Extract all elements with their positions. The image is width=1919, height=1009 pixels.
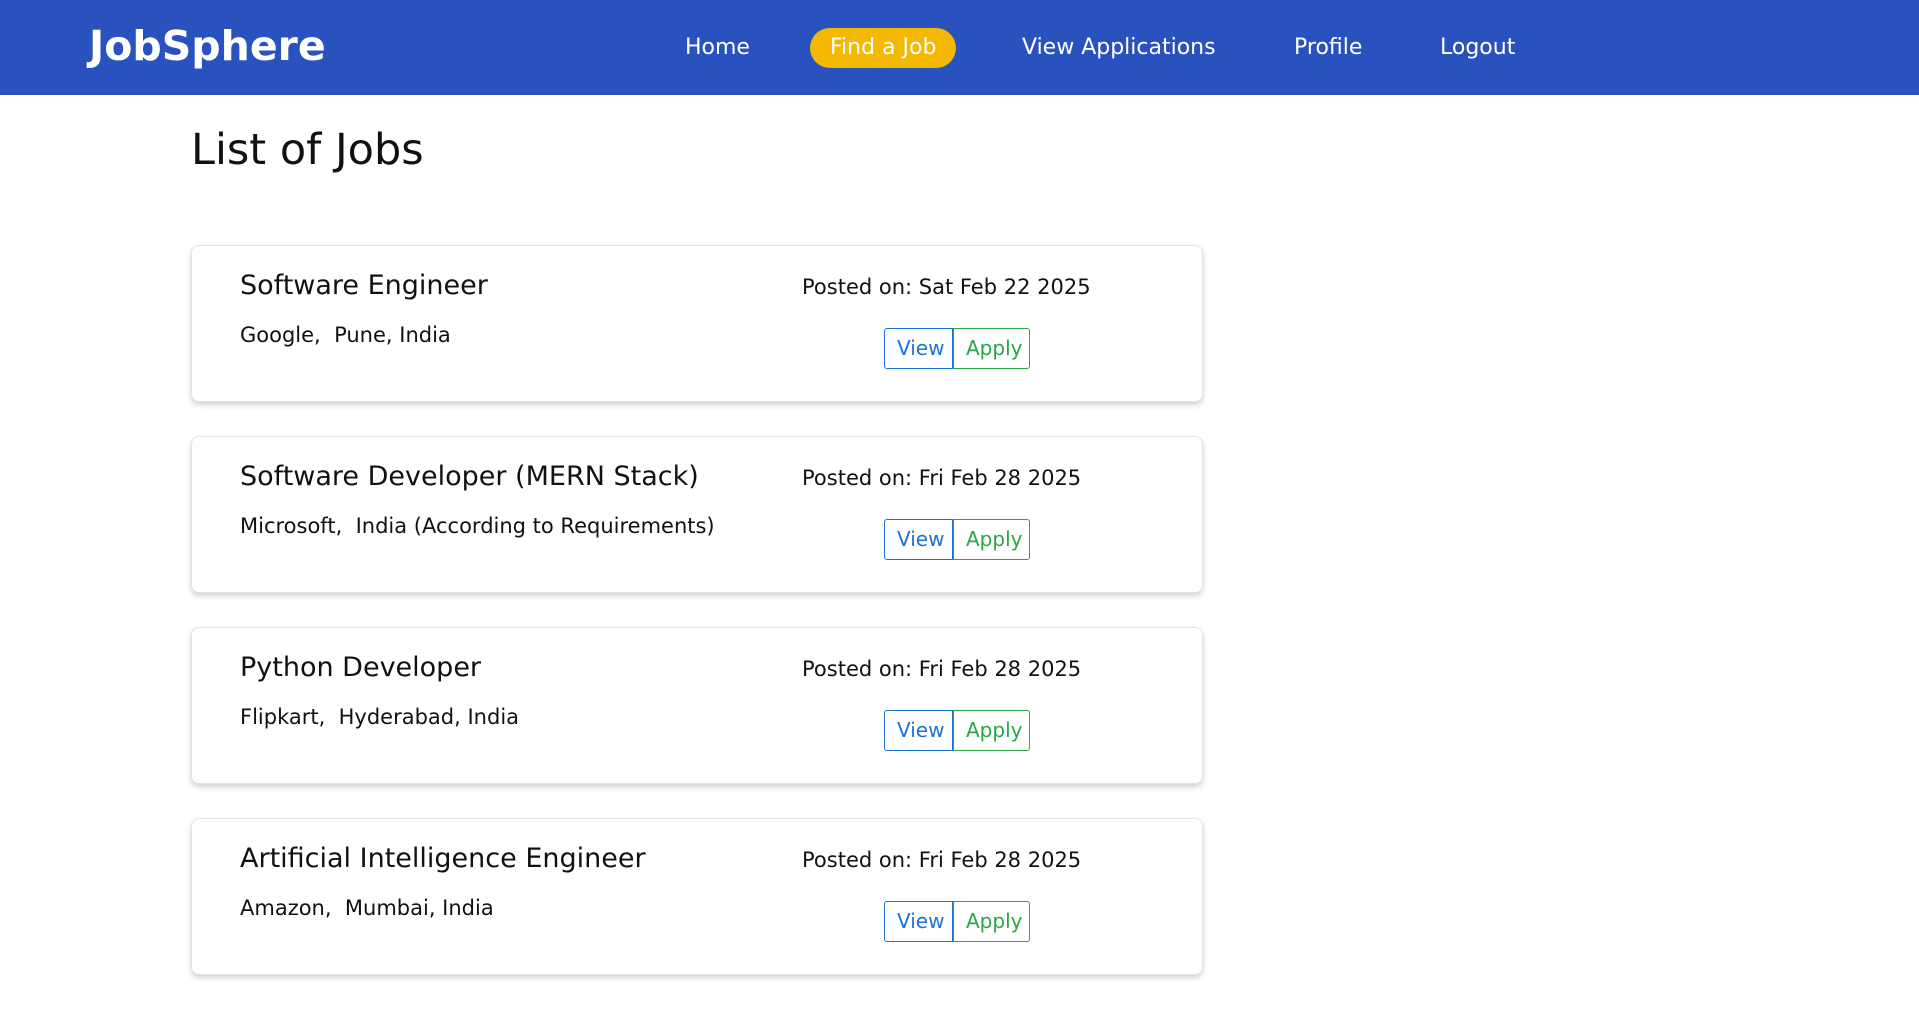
apply-button[interactable]: Apply	[953, 519, 1030, 560]
job-list: Software Engineer Google, Pune, India Po…	[191, 245, 1203, 1009]
apply-button[interactable]: Apply	[953, 710, 1030, 751]
job-card: Software Engineer Google, Pune, India Po…	[191, 245, 1203, 402]
job-title: Python Developer	[240, 652, 482, 683]
job-company-location: Microsoft, India (According to Requireme…	[240, 514, 715, 538]
job-title: Software Engineer	[240, 270, 488, 301]
job-posted-date: Posted on: Fri Feb 28 2025	[802, 466, 1082, 490]
nav-find-a-job[interactable]: Find a Job	[810, 28, 957, 68]
view-button[interactable]: View	[884, 519, 953, 560]
job-actions: View Apply	[884, 328, 1030, 369]
nav-profile[interactable]: Profile	[1294, 28, 1362, 68]
apply-button[interactable]: Apply	[953, 328, 1030, 369]
job-company-location: Flipkart, Hyderabad, India	[240, 705, 520, 729]
nav-view-applications[interactable]: View Applications	[1022, 28, 1216, 68]
job-card: Python Developer Flipkart, Hyderabad, In…	[191, 627, 1203, 784]
top-navbar: JobSphere Home Find a Job View Applicati…	[0, 0, 1919, 95]
job-card: Software Developer (MERN Stack) Microsof…	[191, 436, 1203, 593]
nav-logout[interactable]: Logout	[1440, 28, 1515, 68]
job-actions: View Apply	[884, 519, 1030, 560]
view-button[interactable]: View	[884, 901, 953, 942]
job-card: Artificial Intelligence Engineer Amazon,…	[191, 818, 1203, 975]
view-button[interactable]: View	[884, 710, 953, 751]
job-posted-date: Posted on: Sat Feb 22 2025	[802, 275, 1091, 299]
main-nav: Home Find a Job View Applications Profil…	[0, 0, 1919, 95]
job-posted-date: Posted on: Fri Feb 28 2025	[802, 657, 1082, 681]
page-title: List of Jobs	[191, 125, 424, 175]
apply-button[interactable]: Apply	[953, 901, 1030, 942]
job-actions: View Apply	[884, 710, 1030, 751]
nav-home[interactable]: Home	[685, 28, 750, 68]
job-actions: View Apply	[884, 901, 1030, 942]
job-company-location: Google, Pune, India	[240, 323, 451, 347]
job-title: Software Developer (MERN Stack)	[240, 461, 699, 492]
view-button[interactable]: View	[884, 328, 953, 369]
job-title: Artificial Intelligence Engineer	[240, 843, 646, 874]
job-posted-date: Posted on: Fri Feb 28 2025	[802, 848, 1082, 872]
job-company-location: Amazon, Mumbai, India	[240, 896, 494, 920]
